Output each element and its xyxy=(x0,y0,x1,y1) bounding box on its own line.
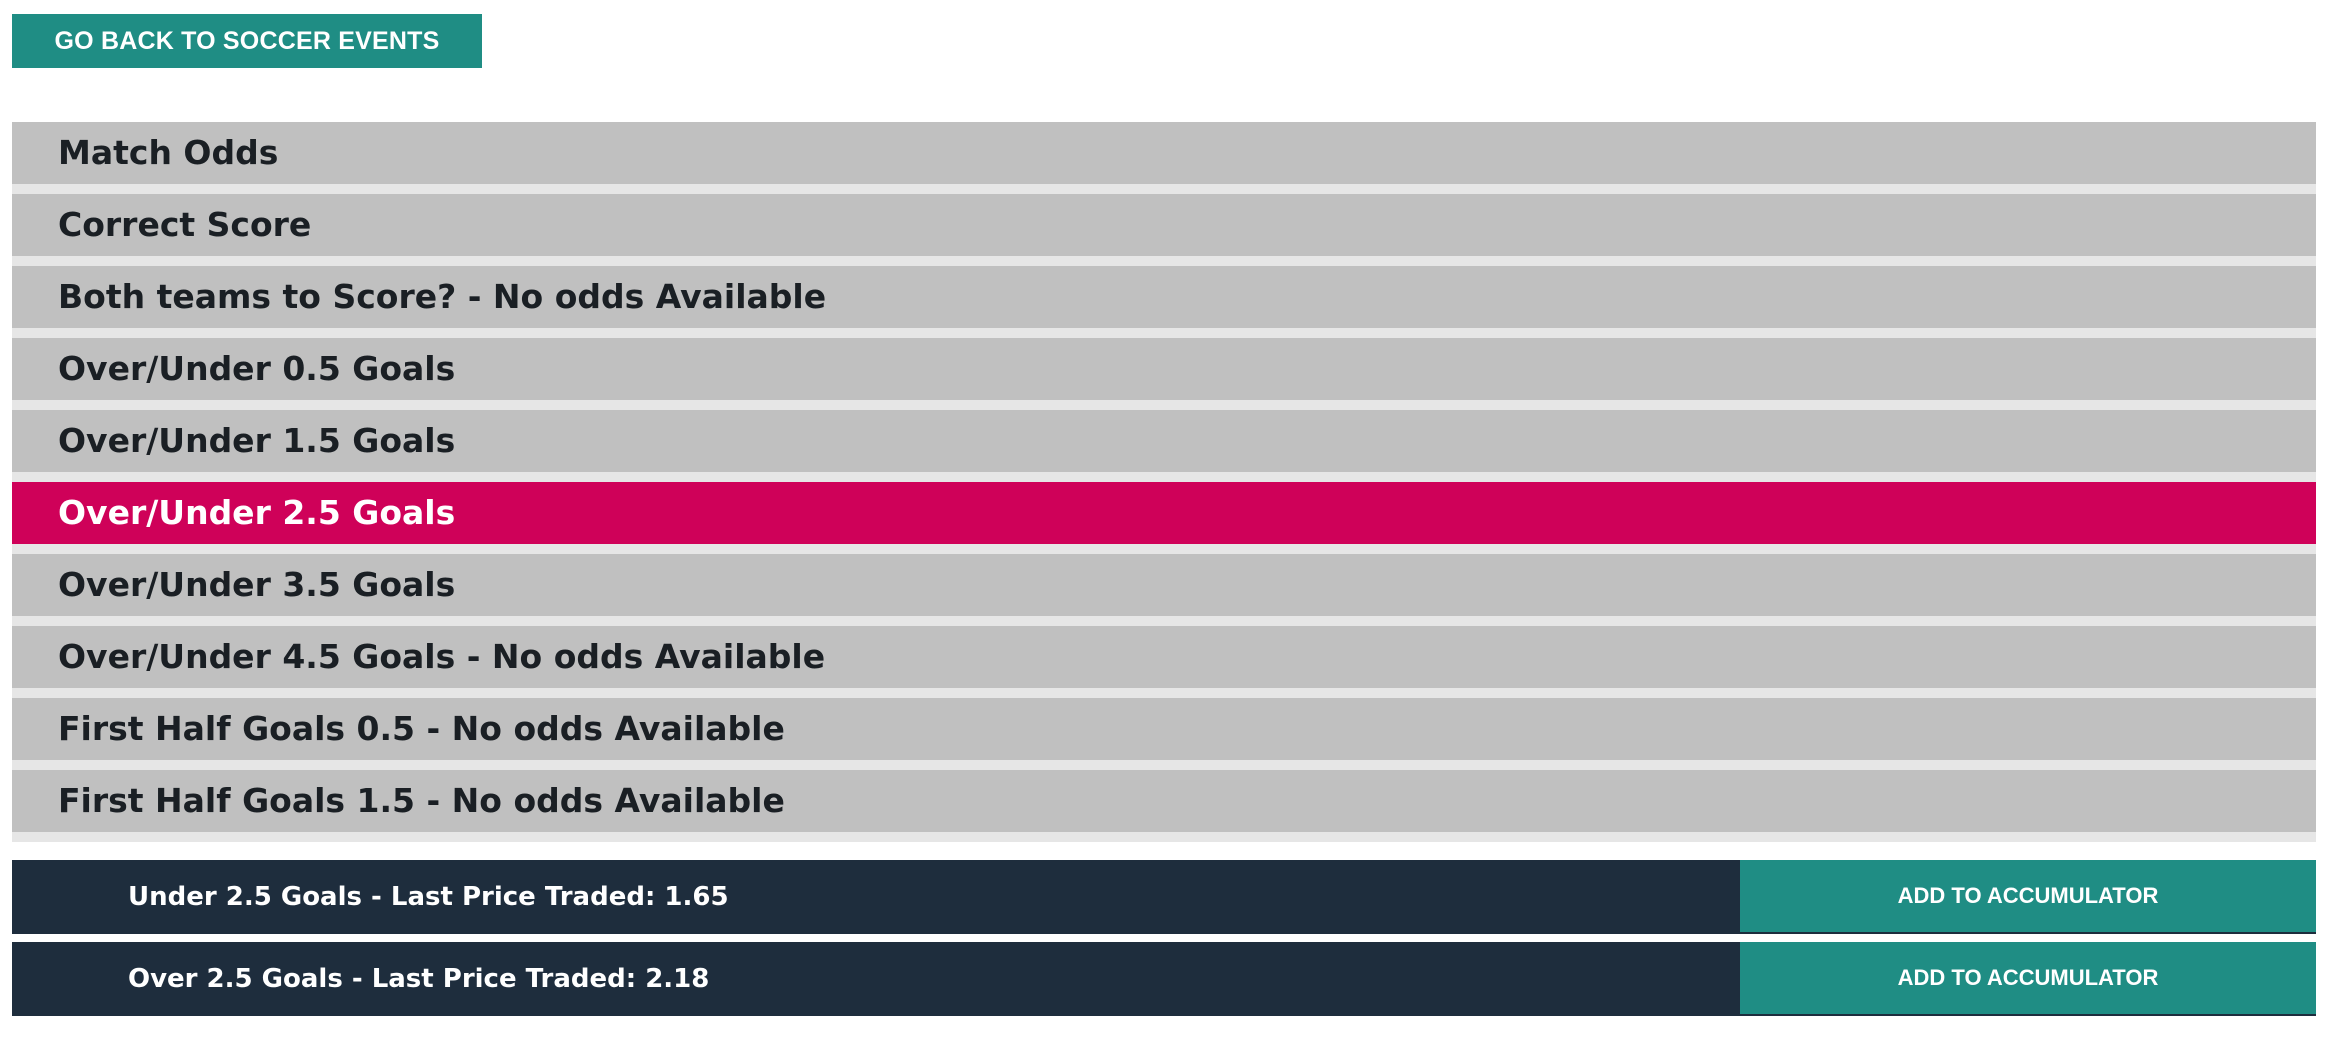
runner-label: Under 2.5 Goals - Last Price Traded: 1.6… xyxy=(128,882,729,912)
market-item-over-under-1-5[interactable]: Over/Under 1.5 Goals xyxy=(12,410,2316,472)
add-to-accumulator-button[interactable]: ADD TO ACCUMULATOR xyxy=(1740,860,2316,932)
market-item-over-under-3-5[interactable]: Over/Under 3.5 Goals xyxy=(12,554,2316,616)
add-to-accumulator-button[interactable]: ADD TO ACCUMULATOR xyxy=(1740,942,2316,1014)
page: GO BACK TO SOCCER EVENTS Match Odds Corr… xyxy=(0,0,2328,1038)
market-item-correct-score[interactable]: Correct Score xyxy=(12,194,2316,256)
back-to-soccer-events-button[interactable]: GO BACK TO SOCCER EVENTS xyxy=(12,14,482,68)
runner-row-under-2-5: Under 2.5 Goals - Last Price Traded: 1.6… xyxy=(12,860,2316,934)
market-item-first-half-goals-1-5[interactable]: First Half Goals 1.5 - No odds Available xyxy=(12,770,2316,832)
runner-row-over-2-5: Over 2.5 Goals - Last Price Traded: 2.18… xyxy=(12,942,2316,1016)
market-item-over-under-2-5[interactable]: Over/Under 2.5 Goals xyxy=(12,482,2316,544)
market-item-over-under-0-5[interactable]: Over/Under 0.5 Goals xyxy=(12,338,2316,400)
market-item-both-teams-to-score[interactable]: Both teams to Score? - No odds Available xyxy=(12,266,2316,328)
runner-label: Over 2.5 Goals - Last Price Traded: 2.18 xyxy=(128,964,710,994)
market-list: Match Odds Correct Score Both teams to S… xyxy=(12,122,2316,842)
market-item-over-under-4-5[interactable]: Over/Under 4.5 Goals - No odds Available xyxy=(12,626,2316,688)
market-item-match-odds[interactable]: Match Odds xyxy=(12,122,2316,184)
market-item-first-half-goals-0-5[interactable]: First Half Goals 0.5 - No odds Available xyxy=(12,698,2316,760)
